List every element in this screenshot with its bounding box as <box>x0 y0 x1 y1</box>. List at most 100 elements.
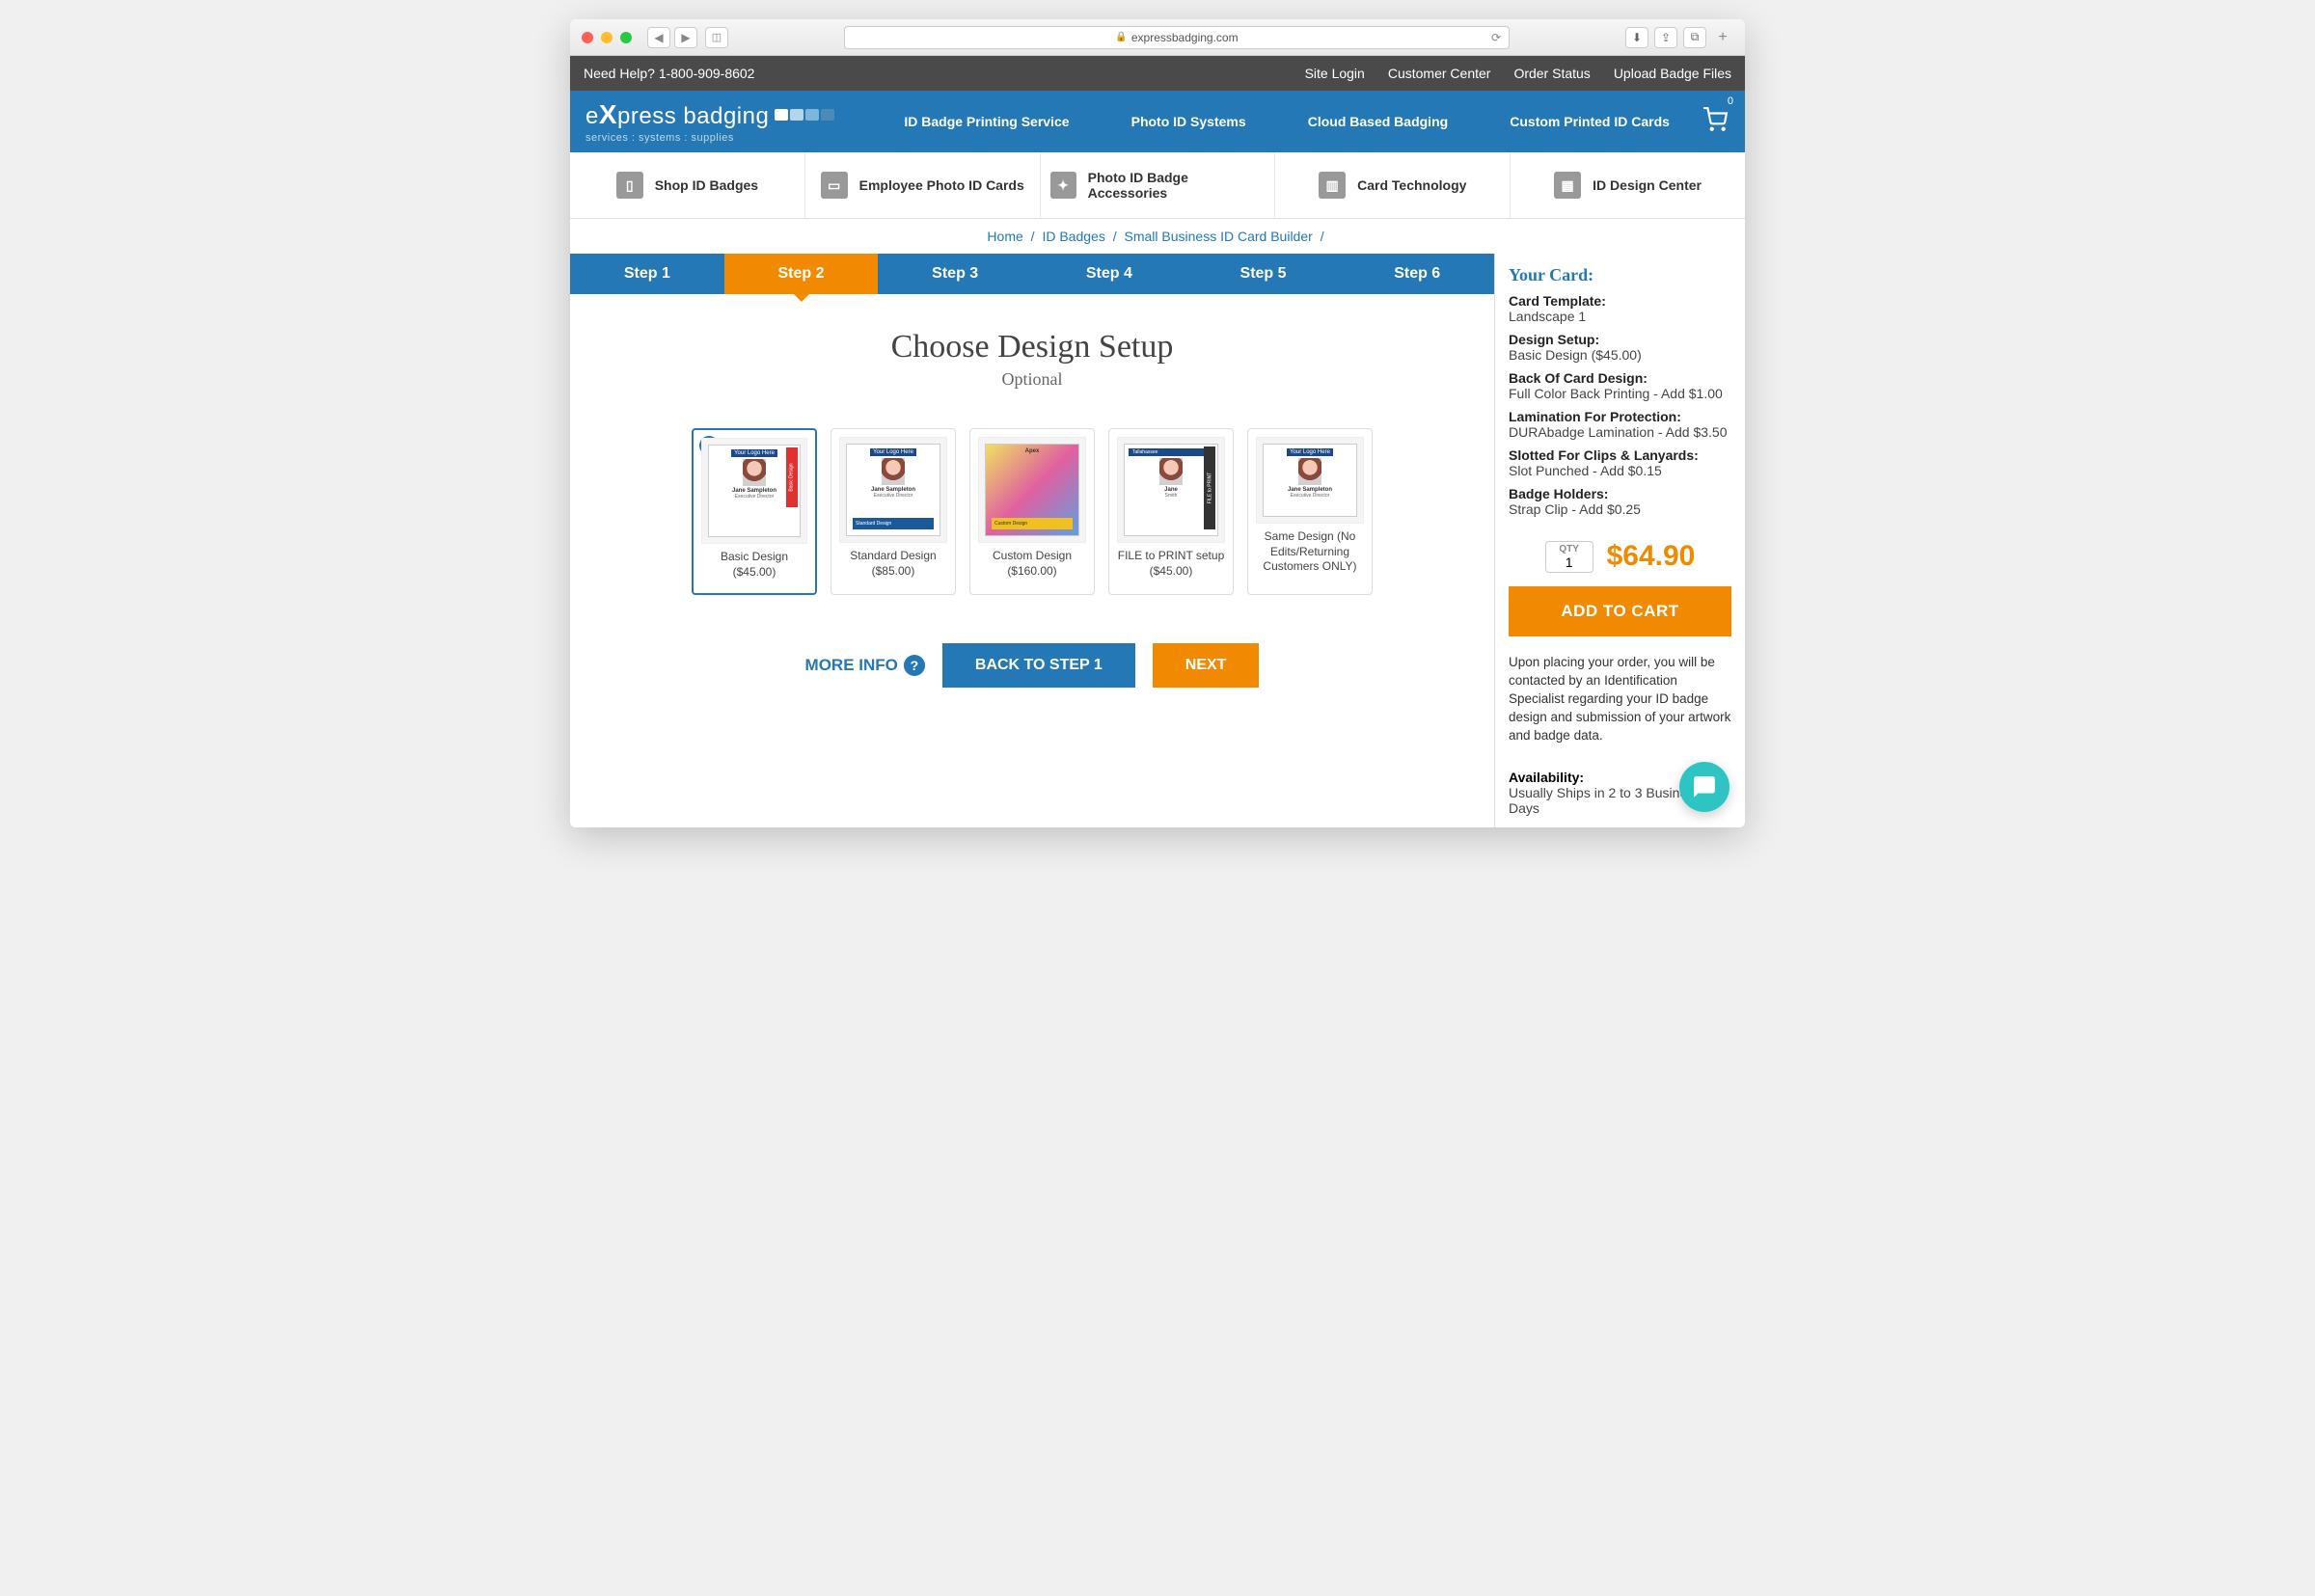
traffic-lights <box>582 32 632 43</box>
browser-sidebar-button[interactable]: ◫ <box>705 27 728 48</box>
link-order-status[interactable]: Order Status <box>1513 66 1590 81</box>
next-button[interactable]: NEXT <box>1153 643 1260 688</box>
lock-icon: 🔒 <box>1115 32 1127 42</box>
option-basic-design[interactable]: ✓ Your Logo Here Jane Sampleton Executiv… <box>692 428 817 595</box>
option-thumb: Apex Custom Design <box>978 437 1086 543</box>
question-icon: ? <box>904 655 925 676</box>
option-label: Standard Design ($85.00) <box>839 549 947 579</box>
nav-photo-id-systems[interactable]: Photo ID Systems <box>1131 114 1246 129</box>
qty-input[interactable] <box>1546 555 1593 570</box>
cart-icon <box>1701 107 1729 132</box>
logo-subtitle: services : systems : supplies <box>586 132 834 144</box>
design-icon: ▦ <box>1554 172 1581 199</box>
technology-icon: ▥ <box>1319 172 1346 199</box>
step-6[interactable]: Step 6 <box>1340 254 1494 294</box>
field-value: Full Color Back Printing - Add $1.00 <box>1509 386 1731 401</box>
new-tab-button[interactable]: + <box>1712 27 1733 48</box>
section-subtitle: Optional <box>609 369 1456 390</box>
breadcrumb: Home / ID Badges / Small Business ID Car… <box>570 219 1745 254</box>
step-3[interactable]: Step 3 <box>878 254 1032 294</box>
field-value: Landscape 1 <box>1509 309 1731 324</box>
order-summary: Your Card: Card Template: Landscape 1 De… <box>1494 254 1745 827</box>
cat-employee-photo-id[interactable]: ▭ Employee Photo ID Cards <box>805 152 1041 218</box>
option-thumb: Tallahassee Jane Smith FILE to PRINT <box>1117 437 1225 543</box>
summary-note: Upon placing your order, you will be con… <box>1509 654 1731 744</box>
option-label: Basic Design ($45.00) <box>701 550 807 580</box>
step-4[interactable]: Step 4 <box>1032 254 1186 294</box>
link-upload-badge-files[interactable]: Upload Badge Files <box>1614 66 1731 81</box>
option-label: Custom Design ($160.00) <box>978 549 1086 579</box>
option-thumb: Your Logo Here Jane Sampleton Executive … <box>839 437 947 543</box>
option-thumb: Your Logo Here Jane Sampleton Executive … <box>1256 437 1364 524</box>
total-price: $64.90 <box>1607 540 1696 573</box>
maximize-window-button[interactable] <box>620 32 632 43</box>
help-phone: Need Help? 1-800-909-8602 <box>584 66 1305 81</box>
field-value: DURAbadge Lamination - Add $3.50 <box>1509 424 1731 440</box>
nav-custom-printed[interactable]: Custom Printed ID Cards <box>1510 114 1670 129</box>
back-button[interactable]: BACK TO STEP 1 <box>942 643 1135 688</box>
field-value: Basic Design ($45.00) <box>1509 347 1731 363</box>
cat-design-center[interactable]: ▦ ID Design Center <box>1511 152 1745 218</box>
share-button[interactable]: ⇪ <box>1654 27 1677 48</box>
logo-rest: press badging <box>617 103 769 129</box>
nav-id-badge-printing[interactable]: ID Badge Printing Service <box>904 114 1069 129</box>
design-option-cards: ✓ Your Logo Here Jane Sampleton Executiv… <box>609 428 1456 595</box>
url-text: expressbadging.com <box>1131 31 1239 44</box>
field-label: Slotted For Clips & Lanyards: <box>1509 447 1731 463</box>
browser-forward-button[interactable]: ▶ <box>674 27 697 48</box>
chat-icon <box>1692 774 1717 799</box>
field-label: Design Setup: <box>1509 332 1731 347</box>
minimize-window-button[interactable] <box>601 32 613 43</box>
option-label: Same Design (No Edits/Returning Customer… <box>1256 529 1364 575</box>
bc-builder[interactable]: Small Business ID Card Builder <box>1125 229 1313 244</box>
field-label: Badge Holders: <box>1509 486 1731 501</box>
id-card-icon: ▭ <box>821 172 848 199</box>
field-value: Slot Punched - Add $0.15 <box>1509 463 1731 478</box>
download-button[interactable]: ⬇ <box>1625 27 1648 48</box>
option-standard-design[interactable]: Your Logo Here Jane Sampleton Executive … <box>831 428 956 595</box>
cat-card-technology[interactable]: ▥ Card Technology <box>1275 152 1511 218</box>
cat-accessories[interactable]: ✦ Photo ID Badge Accessories <box>1041 152 1276 218</box>
section-title: Choose Design Setup <box>609 329 1456 365</box>
main-header: eXpress badging services : systems : sup… <box>570 91 1745 152</box>
field-value: Strap Clip - Add $0.25 <box>1509 501 1731 517</box>
qty-label: QTY <box>1546 544 1593 555</box>
logo-e: e <box>586 103 599 129</box>
browser-chrome: ◀ ▶ ◫ 🔒 expressbadging.com ⟳ ⬇ ⇪ ⧉ + <box>570 19 1745 56</box>
link-customer-center[interactable]: Customer Center <box>1388 66 1491 81</box>
option-file-to-print[interactable]: Tallahassee Jane Smith FILE to PRINT FIL… <box>1108 428 1234 595</box>
cart-button[interactable]: 0 <box>1701 107 1729 137</box>
logo[interactable]: eXpress badging services : systems : sup… <box>586 99 834 144</box>
reload-icon[interactable]: ⟳ <box>1491 31 1501 44</box>
bc-home[interactable]: Home <box>987 229 1022 244</box>
step-5[interactable]: Step 5 <box>1186 254 1341 294</box>
option-label: FILE to PRINT setup ($45.00) <box>1117 549 1225 579</box>
wizard-steps: Step 1 Step 2 Step 3 Step 4 Step 5 Step … <box>570 254 1494 294</box>
field-label: Card Template: <box>1509 293 1731 309</box>
help-bar: Need Help? 1-800-909-8602 Site Login Cus… <box>570 56 1745 91</box>
close-window-button[interactable] <box>582 32 593 43</box>
accessory-icon: ✦ <box>1050 172 1076 199</box>
url-bar[interactable]: 🔒 expressbadging.com ⟳ <box>844 26 1510 49</box>
bc-id-badges[interactable]: ID Badges <box>1042 229 1104 244</box>
step-1[interactable]: Step 1 <box>570 254 724 294</box>
logo-x: X <box>599 99 617 129</box>
nav-cloud-badging[interactable]: Cloud Based Badging <box>1308 114 1448 129</box>
more-info-link[interactable]: MORE INFO ? <box>805 655 925 676</box>
link-site-login[interactable]: Site Login <box>1305 66 1365 81</box>
qty-box: QTY <box>1545 541 1593 573</box>
badge-icon: ▯ <box>616 172 643 199</box>
logo-blocks-icon <box>775 109 834 121</box>
option-custom-design[interactable]: Apex Custom Design Custom Design ($160.0… <box>969 428 1095 595</box>
cart-count: 0 <box>1728 95 1733 107</box>
cat-shop-id-badges[interactable]: ▯ Shop ID Badges <box>570 152 805 218</box>
step-2[interactable]: Step 2 <box>724 254 879 294</box>
summary-heading: Your Card: <box>1509 265 1731 285</box>
option-thumb: Your Logo Here Jane Sampleton Executive … <box>701 438 807 544</box>
field-label: Back Of Card Design: <box>1509 370 1731 386</box>
option-same-design[interactable]: Your Logo Here Jane Sampleton Executive … <box>1247 428 1373 595</box>
add-to-cart-button[interactable]: ADD TO CART <box>1509 586 1731 636</box>
browser-back-button[interactable]: ◀ <box>647 27 670 48</box>
tabs-button[interactable]: ⧉ <box>1683 27 1706 48</box>
field-label: Lamination For Protection: <box>1509 409 1731 424</box>
